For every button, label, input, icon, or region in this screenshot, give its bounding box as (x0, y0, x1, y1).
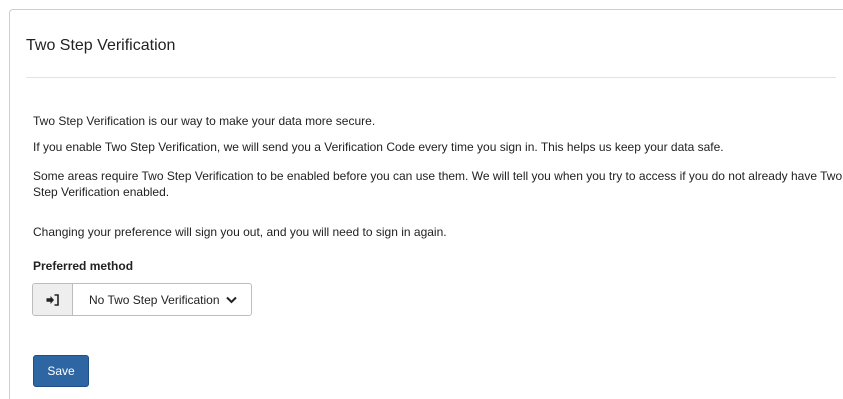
preferred-method-label: Preferred method (33, 259, 134, 273)
chevron-down-icon (225, 296, 237, 304)
preferred-method-dropdown[interactable]: No Two Step Verification (73, 284, 251, 315)
sign-in-icon (33, 284, 73, 315)
title-divider (26, 77, 836, 78)
intro-paragraph: Two Step Verification is our way to make… (33, 114, 376, 128)
save-button[interactable]: Save (33, 355, 89, 387)
panel-title: Two Step Verification (26, 37, 176, 54)
required-areas-paragraph: Some areas require Two Step Verification… (33, 169, 843, 199)
verification-code-paragraph: If you enable Two Step Verification, we … (33, 140, 724, 154)
preferred-method-selected: No Two Step Verification (89, 292, 220, 307)
sign-out-warning-paragraph: Changing your preference will sign you o… (33, 225, 447, 239)
two-step-verification-panel: Two Step Verification Two Step Verificat… (9, 9, 843, 399)
preferred-method-select-group: No Two Step Verification (32, 283, 252, 316)
